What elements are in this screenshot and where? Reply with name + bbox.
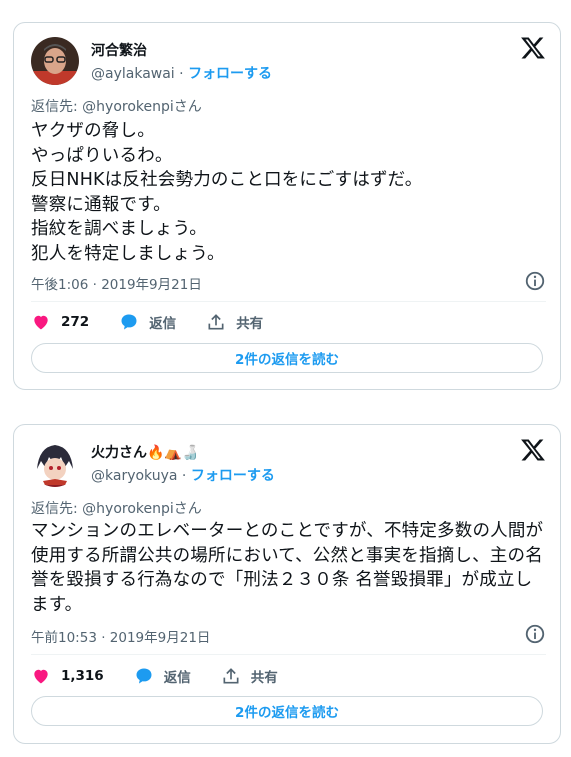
share-icon (208, 314, 224, 330)
heart-icon (34, 669, 48, 684)
share-label: 共有 (250, 670, 278, 686)
tweet-text: マンションのエレベーターとのことですが、不特定多数の人間が使用する所謂公共の場所… (31, 521, 544, 615)
tweet-text: ヤクザの脅し。 やっぱりいるわ。 反日NHKは反社会勢力のこと口をにごすはずだ。… (31, 121, 423, 264)
separator: · (174, 66, 189, 82)
avatar[interactable] (31, 37, 79, 85)
like-count: 272 (61, 314, 90, 330)
timestamp[interactable]: 午後1:06 · 2019年9月21日 (31, 273, 202, 293)
read-replies-button[interactable]: 2件の返信を読む (31, 696, 543, 726)
share-button[interactable]: 共有 (221, 666, 278, 686)
author-name[interactable]: 火力さん (91, 445, 147, 461)
reply-button[interactable]: 返信 (119, 312, 176, 332)
read-replies-button[interactable]: 2件の返信を読む (31, 343, 543, 373)
action-bar: 272 返信 共有 (31, 310, 293, 334)
share-icon (223, 668, 239, 684)
handle-line: @karyokuya · フォローする (91, 465, 275, 485)
author-handle[interactable]: @aylakawai (91, 66, 175, 82)
heart-icon (34, 315, 48, 330)
author-handle[interactable]: @karyokuya (91, 468, 177, 484)
divider (31, 654, 546, 655)
reply-label: 返信 (149, 316, 177, 332)
avatar[interactable] (31, 439, 79, 487)
name-emoji: 🔥⛺🍶 (147, 445, 200, 461)
info-icon[interactable] (524, 623, 546, 645)
share-label: 共有 (236, 316, 264, 332)
like-count: 1,316 (61, 668, 104, 684)
author-name[interactable]: 河合繁治 (91, 40, 147, 60)
timestamp[interactable]: 午前10:53 · 2019年9月21日 (31, 626, 210, 646)
reply-label: 返信 (163, 670, 191, 686)
info-icon[interactable] (524, 270, 546, 292)
follow-button[interactable]: フォローする (188, 66, 272, 82)
separator: · (177, 468, 191, 484)
follow-button[interactable]: フォローする (191, 468, 275, 484)
like-button[interactable]: 272 (31, 312, 89, 332)
x-logo-icon[interactable] (520, 35, 546, 61)
action-bar: 1,316 返信 共有 (31, 664, 308, 688)
handle-line: @aylakawai · フォローする (91, 63, 272, 83)
reply-to: 返信先: @hyorokenpiさん (31, 501, 202, 517)
like-button[interactable]: 1,316 (31, 666, 104, 686)
tweet-card[interactable]: 河合繁治 @aylakawai · フォローする 返信先: @hyorokenp… (13, 22, 561, 390)
x-logo-icon[interactable] (520, 437, 546, 463)
divider (31, 301, 546, 302)
author-name-line: 火力さん🔥⛺🍶 (91, 442, 199, 462)
reply-bubble-icon (121, 314, 137, 330)
share-button[interactable]: 共有 (206, 312, 263, 332)
reply-button[interactable]: 返信 (134, 666, 191, 686)
reply-bubble-icon (136, 668, 152, 684)
tweet-card[interactable]: 火力さん🔥⛺🍶 @karyokuya · フォローする 返信先: @hyorok… (13, 424, 561, 744)
reply-to: 返信先: @hyorokenpiさん (31, 99, 202, 115)
